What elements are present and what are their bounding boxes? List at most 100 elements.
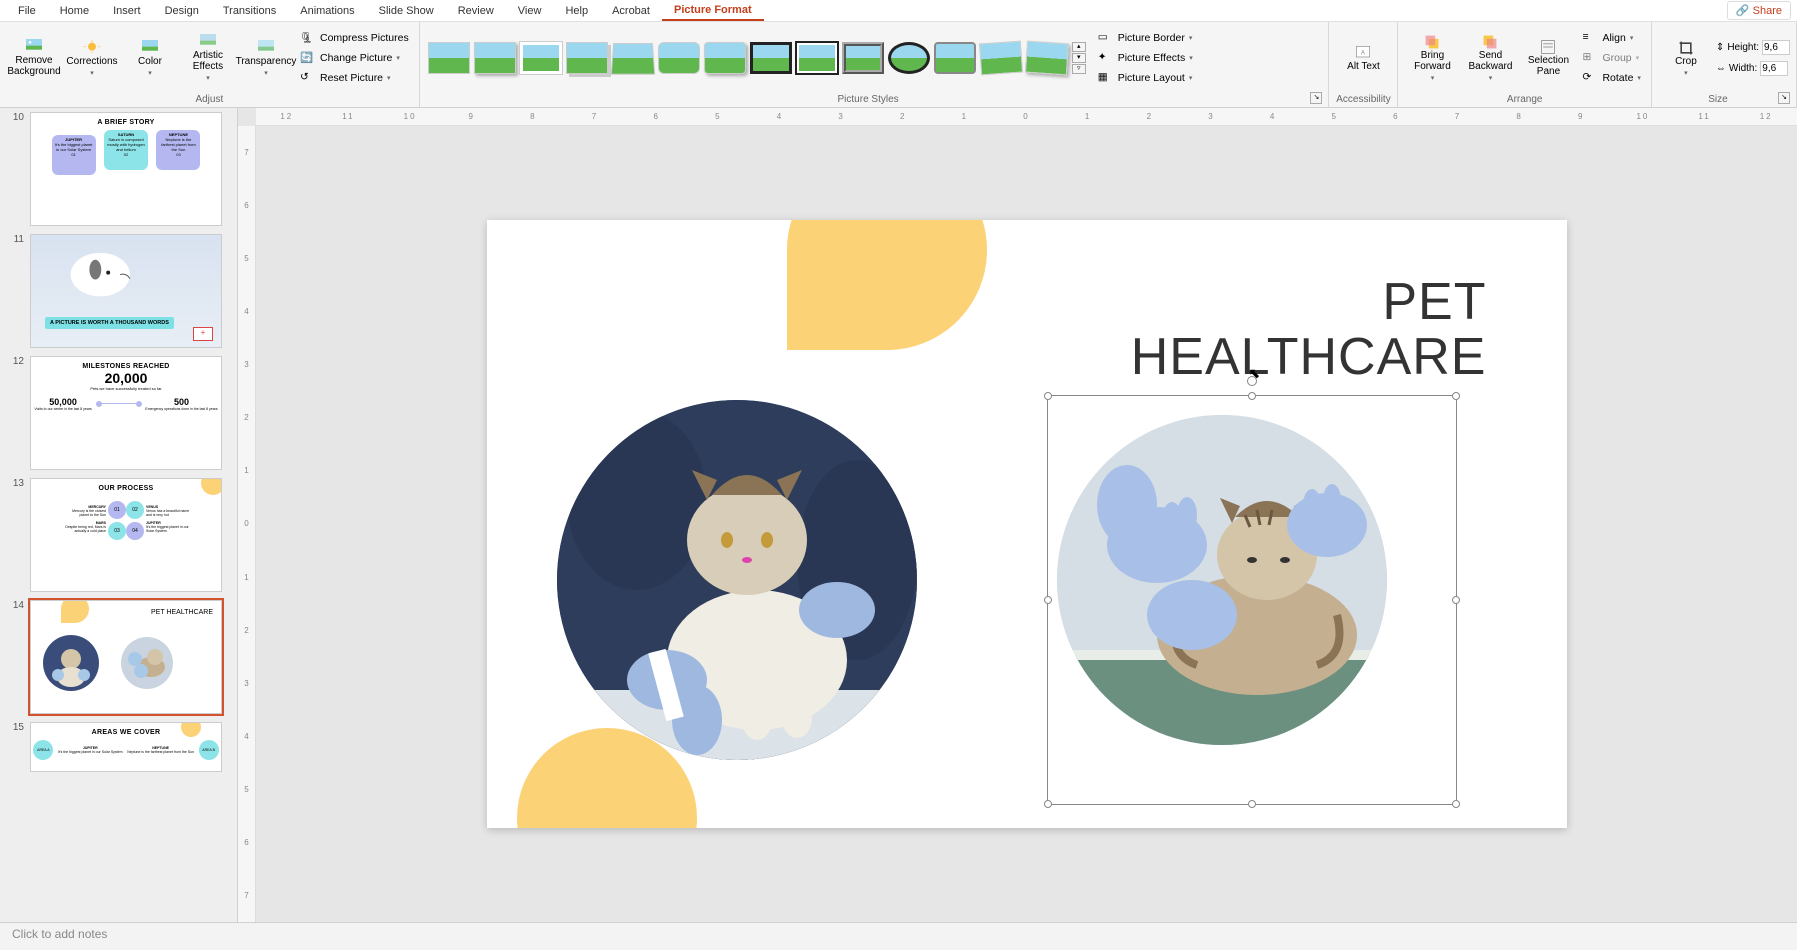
- corrections-button[interactable]: Corrections: [64, 25, 120, 91]
- compress-pictures-button[interactable]: 🗜Compress Pictures: [296, 29, 413, 47]
- picture-style-14[interactable]: [1025, 41, 1069, 76]
- rotate-button[interactable]: ⟳Rotate: [1578, 69, 1644, 87]
- thumb-num-14: 14: [8, 600, 24, 714]
- tab-view[interactable]: View: [506, 2, 554, 20]
- thumb-slide-13[interactable]: OUR PROCESS MERCURYMercury is the closes…: [30, 478, 222, 592]
- change-label: Change Picture: [320, 52, 392, 64]
- picture-effects-button[interactable]: ✦Picture Effects: [1094, 49, 1197, 67]
- picture-style-2[interactable]: [474, 42, 516, 74]
- bring-forward-button[interactable]: Bring Forward: [1404, 25, 1460, 91]
- tab-home[interactable]: Home: [48, 2, 101, 20]
- tab-help[interactable]: Help: [553, 2, 600, 20]
- picture-style-11[interactable]: [888, 42, 930, 74]
- style-gallery-scroll[interactable]: ▴▾▿: [1072, 42, 1086, 74]
- group-styles-label: Picture Styles: [426, 92, 1311, 107]
- tab-acrobat[interactable]: Acrobat: [600, 2, 662, 20]
- height-input[interactable]: [1762, 40, 1790, 55]
- picture-style-8[interactable]: [750, 42, 792, 74]
- tab-insert[interactable]: Insert: [101, 2, 153, 20]
- tab-design[interactable]: Design: [153, 2, 211, 20]
- group-icon: ⊞: [1582, 51, 1598, 65]
- shape-blob-top[interactable]: [787, 220, 987, 350]
- size-launcher[interactable]: ↘: [1778, 92, 1790, 104]
- picture-style-3[interactable]: [520, 42, 562, 74]
- alt-text-button[interactable]: A Alt Text: [1335, 25, 1391, 91]
- thumb-slide-11[interactable]: A PICTURE IS WORTH A THOUSAND WORDS +: [30, 234, 222, 348]
- group-arrange-label: Arrange: [1404, 92, 1644, 107]
- picture-style-4[interactable]: [566, 42, 608, 74]
- tab-transitions[interactable]: Transitions: [211, 2, 288, 20]
- picture-style-5[interactable]: [610, 43, 654, 75]
- change-picture-button[interactable]: 🔄Change Picture: [296, 49, 413, 67]
- handle-br[interactable]: [1452, 800, 1460, 808]
- crop-icon: [1678, 40, 1694, 54]
- t15p1l: It's the biggest planet in our Solar Sys…: [58, 750, 122, 754]
- tab-picture-format[interactable]: Picture Format: [662, 1, 764, 21]
- expand-gallery-icon[interactable]: ▿: [1072, 64, 1086, 74]
- handle-tm[interactable]: [1248, 392, 1256, 400]
- width-input[interactable]: [1760, 61, 1788, 76]
- align-button[interactable]: ≡Align: [1578, 29, 1644, 47]
- border-icon: ▭: [1098, 31, 1114, 45]
- thumb-num-12: 12: [8, 356, 24, 470]
- styles-launcher[interactable]: ↘: [1310, 92, 1322, 104]
- thumbnail-panel[interactable]: 10 A BRIEF STORY JUPITERIt's the biggest…: [0, 108, 238, 922]
- remove-background-button[interactable]: Remove Background: [6, 25, 62, 91]
- color-button[interactable]: Color: [122, 25, 178, 91]
- handle-tl[interactable]: [1044, 392, 1052, 400]
- thumb-slide-14[interactable]: PET HEALTHCARE: [30, 600, 222, 714]
- scroll-up-icon[interactable]: ▴: [1072, 42, 1086, 52]
- picture-style-9[interactable]: [796, 42, 838, 74]
- handle-ml[interactable]: [1044, 596, 1052, 604]
- thumb14-title: PET HEALTHCARE: [151, 609, 213, 616]
- handle-bm[interactable]: [1248, 800, 1256, 808]
- compress-icon: 🗜: [300, 31, 316, 45]
- handle-mr[interactable]: [1452, 596, 1460, 604]
- slide-title[interactable]: PET HEALTHCARE: [1131, 275, 1487, 384]
- backward-icon: [1482, 34, 1498, 48]
- picture-style-7[interactable]: [704, 42, 746, 74]
- height-label: Height:: [1727, 42, 1759, 53]
- group-btn-label: Group: [1602, 52, 1631, 64]
- scroll-down-icon[interactable]: ▾: [1072, 53, 1086, 63]
- thumb-slide-12[interactable]: MILESTONES REACHED 20,000Pets we have su…: [30, 356, 222, 470]
- group-accessibility: A Alt Text Accessibility: [1329, 22, 1398, 107]
- picture-style-10[interactable]: [842, 42, 884, 74]
- rotate-label: Rotate: [1602, 72, 1633, 84]
- handle-bl[interactable]: [1044, 800, 1052, 808]
- reset-picture-button[interactable]: ↺Reset Picture: [296, 69, 413, 87]
- thumb-num-10: 10: [8, 112, 24, 226]
- picture-cat-1[interactable]: [557, 400, 917, 760]
- transparency-label: Transparency: [236, 56, 297, 67]
- handle-tr[interactable]: [1452, 392, 1460, 400]
- picture-style-13[interactable]: [979, 41, 1023, 76]
- picture-style-12[interactable]: [934, 42, 976, 74]
- tab-file[interactable]: File: [6, 2, 48, 20]
- share-button[interactable]: 🔗 Share: [1727, 1, 1791, 20]
- transparency-button[interactable]: Transparency: [238, 25, 294, 91]
- canvas-area[interactable]: PET HEALTHCARE: [256, 126, 1797, 922]
- tab-review[interactable]: Review: [446, 2, 506, 20]
- selection-pane-button[interactable]: Selection Pane: [1520, 25, 1576, 91]
- group-adjust: Remove Background Corrections Color Arti…: [0, 22, 420, 107]
- picture-style-6[interactable]: [658, 42, 700, 74]
- artistic-effects-button[interactable]: Artistic Effects: [180, 25, 236, 91]
- tab-animations[interactable]: Animations: [288, 2, 366, 20]
- picture-style-1[interactable]: [428, 42, 470, 74]
- selection-box[interactable]: [1047, 395, 1457, 805]
- picture-layout-button[interactable]: ▦Picture Layout: [1094, 69, 1197, 87]
- workspace: 10 A BRIEF STORY JUPITERIt's the biggest…: [0, 108, 1797, 922]
- t10c3n: 03: [158, 152, 198, 157]
- crop-button[interactable]: Crop: [1658, 25, 1714, 91]
- slide-canvas[interactable]: PET HEALTHCARE: [487, 220, 1567, 828]
- reset-label: Reset Picture: [320, 72, 383, 84]
- thumb-slide-15[interactable]: AREAS WE COVER AREA A JUPITERIt's the bi…: [30, 722, 222, 772]
- backward-label: Send Backward: [1462, 50, 1518, 72]
- send-backward-button[interactable]: Send Backward: [1462, 25, 1518, 91]
- corrections-icon: [84, 40, 100, 54]
- picture-border-button[interactable]: ▭Picture Border: [1094, 29, 1197, 47]
- notes-pane[interactable]: Click to add notes: [0, 922, 1797, 950]
- tab-slideshow[interactable]: Slide Show: [367, 2, 446, 20]
- group-button[interactable]: ⊞ Group: [1578, 49, 1644, 67]
- thumb-slide-10[interactable]: A BRIEF STORY JUPITERIt's the biggest pl…: [30, 112, 222, 226]
